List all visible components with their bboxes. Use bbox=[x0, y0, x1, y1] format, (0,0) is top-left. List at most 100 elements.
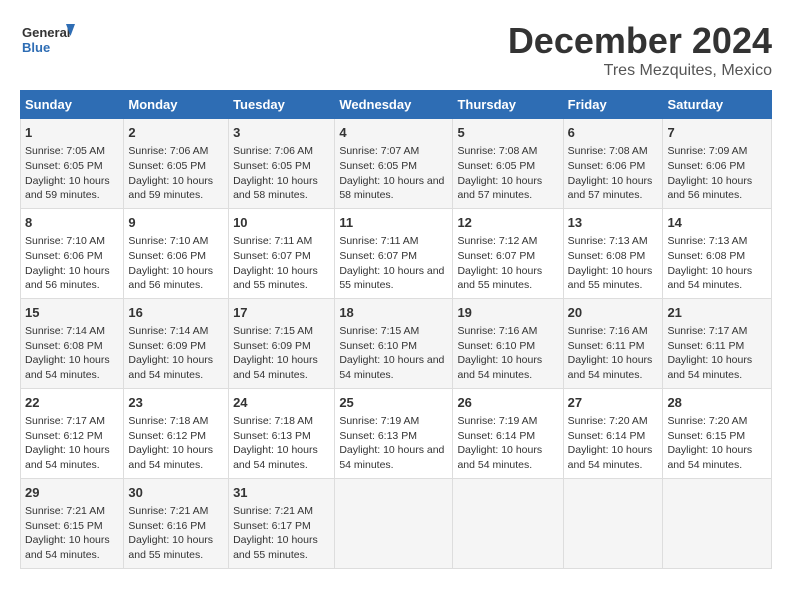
day-number: 25 bbox=[339, 394, 448, 412]
daylight-text: Daylight: 10 hours and 54 minutes. bbox=[25, 534, 110, 561]
table-row: 2Sunrise: 7:06 AMSunset: 6:05 PMDaylight… bbox=[124, 119, 229, 209]
daylight-text: Daylight: 10 hours and 55 minutes. bbox=[128, 534, 213, 561]
table-row: 4Sunrise: 7:07 AMSunset: 6:05 PMDaylight… bbox=[335, 119, 453, 209]
logo-svg: General Blue bbox=[20, 20, 75, 60]
table-row: 19Sunrise: 7:16 AMSunset: 6:10 PMDayligh… bbox=[453, 298, 563, 388]
sunset-text: Sunset: 6:06 PM bbox=[568, 160, 646, 172]
daylight-text: Daylight: 10 hours and 55 minutes. bbox=[233, 534, 318, 561]
sunset-text: Sunset: 6:05 PM bbox=[25, 160, 103, 172]
table-row: 20Sunrise: 7:16 AMSunset: 6:11 PMDayligh… bbox=[563, 298, 663, 388]
table-row: 11Sunrise: 7:11 AMSunset: 6:07 PMDayligh… bbox=[335, 208, 453, 298]
table-row: 29Sunrise: 7:21 AMSunset: 6:15 PMDayligh… bbox=[21, 478, 124, 568]
table-row: 5Sunrise: 7:08 AMSunset: 6:05 PMDaylight… bbox=[453, 119, 563, 209]
sunset-text: Sunset: 6:12 PM bbox=[128, 430, 206, 442]
sunset-text: Sunset: 6:09 PM bbox=[233, 340, 311, 352]
sunrise-text: Sunrise: 7:06 AM bbox=[128, 145, 208, 157]
svg-text:Blue: Blue bbox=[22, 40, 50, 55]
main-title: December 2024 bbox=[508, 20, 772, 62]
day-number: 2 bbox=[128, 124, 224, 142]
sunset-text: Sunset: 6:17 PM bbox=[233, 520, 311, 532]
sunrise-text: Sunrise: 7:16 AM bbox=[568, 325, 648, 337]
table-row: 18Sunrise: 7:15 AMSunset: 6:10 PMDayligh… bbox=[335, 298, 453, 388]
table-row: 6Sunrise: 7:08 AMSunset: 6:06 PMDaylight… bbox=[563, 119, 663, 209]
day-number: 5 bbox=[457, 124, 558, 142]
sunset-text: Sunset: 6:10 PM bbox=[339, 340, 417, 352]
table-row: 7Sunrise: 7:09 AMSunset: 6:06 PMDaylight… bbox=[663, 119, 772, 209]
daylight-text: Daylight: 10 hours and 55 minutes. bbox=[233, 265, 318, 292]
table-row: 3Sunrise: 7:06 AMSunset: 6:05 PMDaylight… bbox=[229, 119, 335, 209]
day-number: 1 bbox=[25, 124, 119, 142]
sunrise-text: Sunrise: 7:18 AM bbox=[128, 415, 208, 427]
sunset-text: Sunset: 6:07 PM bbox=[233, 250, 311, 262]
table-row: 14Sunrise: 7:13 AMSunset: 6:08 PMDayligh… bbox=[663, 208, 772, 298]
daylight-text: Daylight: 10 hours and 54 minutes. bbox=[128, 444, 213, 471]
daylight-text: Daylight: 10 hours and 54 minutes. bbox=[233, 354, 318, 381]
daylight-text: Daylight: 10 hours and 57 minutes. bbox=[568, 175, 653, 202]
daylight-text: Daylight: 10 hours and 54 minutes. bbox=[667, 265, 752, 292]
sunset-text: Sunset: 6:05 PM bbox=[233, 160, 311, 172]
calendar-week-1: 8 Sunrise: 7:10 AM Sunset: 6:06 PM Daylight… bbox=[21, 208, 772, 298]
sunset-text: Sunset: 6:10 PM bbox=[457, 340, 535, 352]
daylight-text: Daylight: 10 hours and 54 minutes. bbox=[25, 444, 110, 471]
day-number: 28 bbox=[667, 394, 767, 412]
table-row: 31Sunrise: 7:21 AMSunset: 6:17 PMDayligh… bbox=[229, 478, 335, 568]
col-tuesday: Tuesday bbox=[229, 91, 335, 119]
daylight-text: Daylight: 10 hours and 54 minutes. bbox=[667, 354, 752, 381]
daylight-text: Daylight: 10 hours and 54 minutes. bbox=[457, 444, 542, 471]
table-row: 10 Sunrise: 7:11 AM Sunset: 6:07 PM Dayligh… bbox=[229, 208, 335, 298]
sunrise-text: Sunrise: 7:19 AM bbox=[339, 415, 419, 427]
sunset-text: Sunset: 6:08 PM bbox=[667, 250, 745, 262]
table-row: 28Sunrise: 7:20 AMSunset: 6:15 PMDayligh… bbox=[663, 388, 772, 478]
logo: General Blue bbox=[20, 20, 75, 60]
sunset-text: Sunset: 6:06 PM bbox=[128, 250, 206, 262]
sunset-text: Sunset: 6:05 PM bbox=[339, 160, 417, 172]
day-number: 14 bbox=[667, 214, 767, 232]
sunset-text: Sunset: 6:05 PM bbox=[128, 160, 206, 172]
sunrise-text: Sunrise: 7:08 AM bbox=[457, 145, 537, 157]
table-row: 21Sunrise: 7:17 AMSunset: 6:11 PMDayligh… bbox=[663, 298, 772, 388]
sunset-text: Sunset: 6:09 PM bbox=[128, 340, 206, 352]
table-row: 12Sunrise: 7:12 AMSunset: 6:07 PMDayligh… bbox=[453, 208, 563, 298]
table-row: 23 Sunrise: 7:18 AM Sunset: 6:12 PM Dayligh… bbox=[124, 388, 229, 478]
sunrise-text: Sunrise: 7:06 AM bbox=[233, 145, 313, 157]
calendar-week-3: 22Sunrise: 7:17 AMSunset: 6:12 PMDayligh… bbox=[21, 388, 772, 478]
day-number: 17 bbox=[233, 304, 330, 322]
day-number: 8 bbox=[25, 214, 119, 232]
daylight-text: Daylight: 10 hours and 54 minutes. bbox=[128, 354, 213, 381]
sunrise-text: Sunrise: 7:10 AM bbox=[128, 235, 208, 247]
daylight-text: Daylight: 10 hours and 56 minutes. bbox=[25, 265, 110, 292]
day-number: 7 bbox=[667, 124, 767, 142]
day-number: 23 bbox=[128, 394, 224, 412]
col-sunday: Sunday bbox=[21, 91, 124, 119]
sunrise-text: Sunrise: 7:11 AM bbox=[339, 235, 418, 247]
day-number: 13 bbox=[568, 214, 659, 232]
sunset-text: Sunset: 6:15 PM bbox=[667, 430, 745, 442]
table-row: 15Sunrise: 7:14 AMSunset: 6:08 PMDayligh… bbox=[21, 298, 124, 388]
table-row: 26Sunrise: 7:19 AMSunset: 6:14 PMDayligh… bbox=[453, 388, 563, 478]
sunrise-text: Sunrise: 7:21 AM bbox=[233, 505, 313, 517]
sunrise-text: Sunrise: 7:17 AM bbox=[667, 325, 747, 337]
sunrise-text: Sunrise: 7:20 AM bbox=[568, 415, 648, 427]
title-area: December 2024 Tres Mezquites, Mexico bbox=[508, 20, 772, 80]
sunrise-text: Sunrise: 7:14 AM bbox=[25, 325, 105, 337]
sunset-text: Sunset: 6:05 PM bbox=[457, 160, 535, 172]
day-number: 6 bbox=[568, 124, 659, 142]
day-number: 10 bbox=[233, 214, 330, 232]
daylight-text: Daylight: 10 hours and 54 minutes. bbox=[339, 444, 444, 471]
daylight-text: Daylight: 10 hours and 55 minutes. bbox=[457, 265, 542, 292]
calendar-week-4: 29Sunrise: 7:21 AMSunset: 6:15 PMDayligh… bbox=[21, 478, 772, 568]
table-row: 17 Sunrise: 7:15 AM Sunset: 6:09 PM Dayligh… bbox=[229, 298, 335, 388]
day-number: 18 bbox=[339, 304, 448, 322]
daylight-text: Daylight: 10 hours and 56 minutes. bbox=[667, 175, 752, 202]
daylight-text: Daylight: 10 hours and 54 minutes. bbox=[667, 444, 752, 471]
daylight-text: Daylight: 10 hours and 54 minutes. bbox=[457, 354, 542, 381]
sunrise-text: Sunrise: 7:10 AM bbox=[25, 235, 105, 247]
subtitle: Tres Mezquites, Mexico bbox=[508, 62, 772, 80]
daylight-text: Daylight: 10 hours and 58 minutes. bbox=[233, 175, 318, 202]
sunrise-text: Sunrise: 7:15 AM bbox=[233, 325, 313, 337]
sunrise-text: Sunrise: 7:21 AM bbox=[25, 505, 105, 517]
sunset-text: Sunset: 6:08 PM bbox=[25, 340, 103, 352]
table-row: 24Sunrise: 7:18 AMSunset: 6:13 PMDayligh… bbox=[229, 388, 335, 478]
sunrise-text: Sunrise: 7:11 AM bbox=[233, 235, 312, 247]
day-number: 24 bbox=[233, 394, 330, 412]
